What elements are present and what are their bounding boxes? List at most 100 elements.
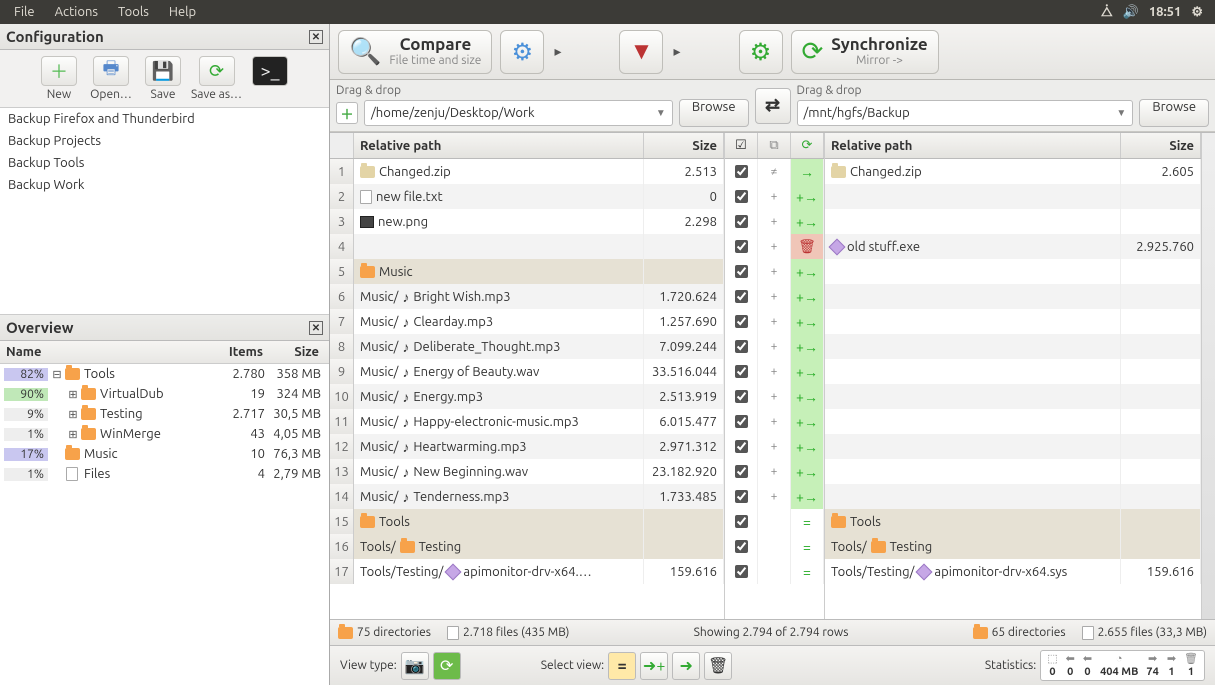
menu-help[interactable]: Help bbox=[159, 2, 206, 22]
filter-button[interactable]: ▼ bbox=[619, 30, 663, 74]
browse-left-button[interactable]: Browse bbox=[679, 99, 749, 127]
grid-row[interactable]: 17Tools/Testing/ apimonitor-drv-x64.…159… bbox=[330, 559, 724, 584]
grid-middle-row[interactable]: ++→ bbox=[725, 409, 824, 434]
config-item[interactable]: Backup Tools bbox=[0, 152, 329, 174]
view-equal-button[interactable]: = bbox=[608, 652, 636, 680]
clock[interactable]: 18:51 bbox=[1149, 5, 1182, 19]
compare-settings-button[interactable]: ⚙ bbox=[500, 30, 544, 74]
grid-row[interactable]: 6Music/ ♪ Bright Wish.mp31.720.624 bbox=[330, 284, 724, 309]
row-checkbox[interactable] bbox=[735, 290, 748, 303]
scrollbar[interactable] bbox=[1201, 133, 1215, 619]
grid-row[interactable]: 16Tools/ Testing bbox=[330, 534, 724, 559]
wifi-icon[interactable]: ⧊ bbox=[1101, 5, 1113, 20]
saveas-button[interactable]: ⟳ Save as… bbox=[191, 56, 242, 101]
row-checkbox[interactable] bbox=[735, 165, 748, 178]
row-checkbox[interactable] bbox=[735, 490, 748, 503]
grid-middle-row[interactable]: ++→ bbox=[725, 284, 824, 309]
grid-row[interactable] bbox=[825, 309, 1201, 334]
grid-row[interactable]: 7Music/ ♪ Clearday.mp31.257.690 bbox=[330, 309, 724, 334]
grid-row[interactable] bbox=[825, 209, 1201, 234]
overview-row[interactable]: 17%Music1076,3 MB bbox=[0, 444, 329, 464]
grid-middle-row[interactable]: = bbox=[725, 534, 824, 559]
grid-row[interactable] bbox=[825, 434, 1201, 459]
menu-file[interactable]: File bbox=[4, 2, 45, 22]
grid-row[interactable] bbox=[825, 484, 1201, 509]
grid-row[interactable]: 5 Music bbox=[330, 259, 724, 284]
menu-tools[interactable]: Tools bbox=[108, 2, 159, 22]
open-button[interactable]: 🖶 Open… bbox=[87, 56, 135, 101]
row-checkbox[interactable] bbox=[735, 265, 748, 278]
grid-row[interactable]: 11Music/ ♪ Happy-electronic-music.mp36.0… bbox=[330, 409, 724, 434]
row-checkbox[interactable] bbox=[735, 440, 748, 453]
viewtype-action-button[interactable]: ⟳ bbox=[433, 652, 461, 680]
row-checkbox[interactable] bbox=[735, 515, 748, 528]
grid-row[interactable]: old stuff.exe2.925.760 bbox=[825, 234, 1201, 259]
overview-row[interactable]: 90%⊞VirtualDub19324 MB bbox=[0, 384, 329, 404]
save-button[interactable]: 💾 Save bbox=[139, 56, 187, 101]
grid-row[interactable]: 13Music/ ♪ New Beginning.wav23.182.920 bbox=[330, 459, 724, 484]
synchronize-button[interactable]: ⟳ Synchronize Mirror -> bbox=[791, 30, 939, 74]
grid-middle-row[interactable]: +🗑 bbox=[725, 234, 824, 259]
sync-settings-button[interactable]: ⚙ bbox=[739, 30, 783, 74]
grid-middle-row[interactable]: = bbox=[725, 559, 824, 584]
grid-row[interactable]: 8Music/ ♪ Deliberate_Thought.mp37.099.24… bbox=[330, 334, 724, 359]
right-path-input[interactable]: /mnt/hgfs/Backup ▼ bbox=[797, 100, 1134, 126]
grid-row[interactable]: 2 new file.txt0 bbox=[330, 184, 724, 209]
overview-row[interactable]: 82%⊟Tools2.780358 MB bbox=[0, 364, 329, 384]
row-checkbox[interactable] bbox=[735, 315, 748, 328]
grid-row[interactable] bbox=[825, 259, 1201, 284]
grid-middle-row[interactable]: ≠→ bbox=[725, 159, 824, 184]
new-button[interactable]: ＋ New bbox=[35, 56, 83, 101]
grid-middle-row[interactable]: ++→ bbox=[725, 384, 824, 409]
grid-row[interactable]: Tools/ Testing bbox=[825, 534, 1201, 559]
row-checkbox[interactable] bbox=[735, 390, 748, 403]
overview-tree[interactable]: 82%⊟Tools2.780358 MB90%⊞VirtualDub19324 … bbox=[0, 364, 329, 685]
grid-row[interactable]: 9Music/ ♪ Energy of Beauty.wav33.516.044 bbox=[330, 359, 724, 384]
add-folder-pair-button[interactable]: ＋ bbox=[336, 102, 358, 124]
row-checkbox[interactable] bbox=[735, 415, 748, 428]
left-path-input[interactable]: /home/zenju/Desktop/Work ▼ bbox=[364, 100, 673, 126]
grid-middle-row[interactable]: ++→ bbox=[725, 434, 824, 459]
row-checkbox[interactable] bbox=[735, 215, 748, 228]
checkbox-col-icon[interactable]: ☑ bbox=[725, 133, 758, 158]
gear-icon[interactable]: ⚙ bbox=[1191, 5, 1203, 20]
viewtype-category-button[interactable]: 📷 bbox=[401, 652, 429, 680]
compare-button[interactable]: 🔍 Compare File time and size bbox=[338, 30, 492, 74]
swap-sides-button[interactable]: ⇄ bbox=[755, 88, 791, 124]
batch-button[interactable]: >_ bbox=[246, 56, 294, 101]
grid-middle-row[interactable]: ++→ bbox=[725, 334, 824, 359]
grid-row[interactable]: 1 Changed.zip2.513 bbox=[330, 159, 724, 184]
grid-middle-row[interactable]: ++→ bbox=[725, 484, 824, 509]
row-checkbox[interactable] bbox=[735, 365, 748, 378]
row-checkbox[interactable] bbox=[735, 340, 748, 353]
grid-middle-row[interactable]: ++→ bbox=[725, 209, 824, 234]
overview-row[interactable]: 1%Files42,79 MB bbox=[0, 464, 329, 484]
grid-row[interactable] bbox=[825, 384, 1201, 409]
overview-row[interactable]: 1%⊞WinMerge434,05 MB bbox=[0, 424, 329, 444]
grid-row[interactable]: Tools bbox=[825, 509, 1201, 534]
grid-row[interactable] bbox=[825, 284, 1201, 309]
chevron-down-icon[interactable]: ▼ bbox=[656, 107, 666, 119]
close-icon[interactable]: ✕ bbox=[309, 30, 323, 44]
col-size[interactable]: Size bbox=[644, 133, 724, 158]
row-checkbox[interactable] bbox=[735, 240, 748, 253]
col-relative-path[interactable]: Relative path bbox=[825, 133, 1121, 158]
grid-row[interactable] bbox=[825, 359, 1201, 384]
grid-row[interactable]: 4 bbox=[330, 234, 724, 259]
config-list[interactable]: Backup Firefox and Thunderbird Backup Pr… bbox=[0, 107, 329, 315]
close-icon[interactable]: ✕ bbox=[309, 321, 323, 335]
grid-row[interactable]: 10Music/ ♪ Energy.mp32.513.919 bbox=[330, 384, 724, 409]
config-item[interactable]: Backup Firefox and Thunderbird bbox=[0, 108, 329, 130]
grid-row[interactable]: 14Music/ ♪ Tenderness.mp31.733.485 bbox=[330, 484, 724, 509]
grid-row[interactable] bbox=[825, 409, 1201, 434]
view-update-button[interactable]: ➜ bbox=[672, 652, 700, 680]
row-checkbox[interactable] bbox=[735, 190, 748, 203]
grid-row[interactable]: Tools/Testing/ apimonitor-drv-x64.sys159… bbox=[825, 559, 1201, 584]
grid-middle-row[interactable]: ++→ bbox=[725, 184, 824, 209]
row-checkbox[interactable] bbox=[735, 540, 748, 553]
chevron-down-icon[interactable]: ▼ bbox=[1116, 107, 1126, 119]
grid-row[interactable]: Changed.zip2.605 bbox=[825, 159, 1201, 184]
overview-row[interactable]: 9%⊞Testing2.71730,5 MB bbox=[0, 404, 329, 424]
grid-middle-row[interactable]: ++→ bbox=[725, 359, 824, 384]
browse-right-button[interactable]: Browse bbox=[1139, 99, 1209, 127]
